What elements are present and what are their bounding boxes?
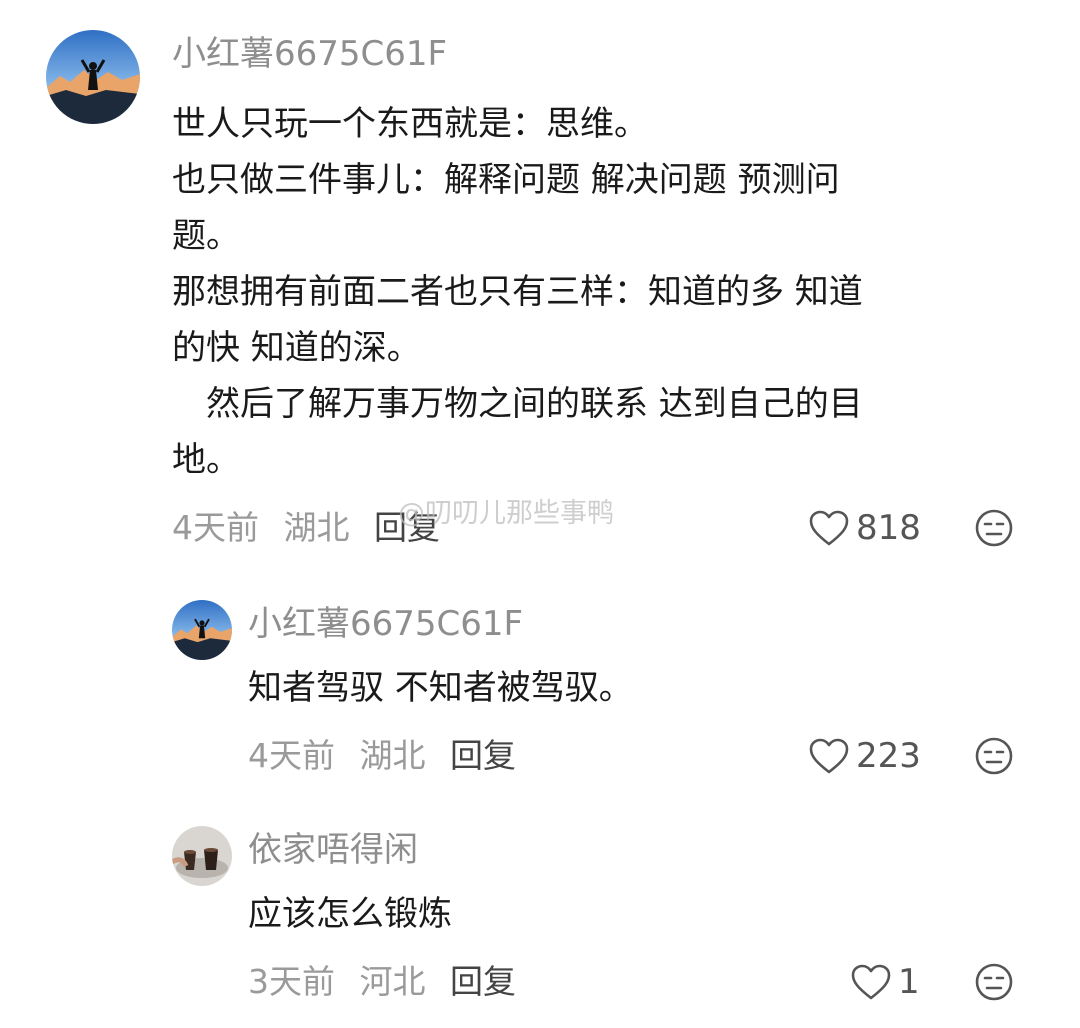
emoji-reaction-button[interactable] [974, 736, 1014, 776]
reply-button[interactable]: 回复 [450, 736, 516, 775]
teacup-photo-avatar-icon [172, 826, 232, 886]
comment-text-line: 然后了解万事万物之间的联系 达到自己的目 [172, 384, 863, 424]
heart-outline-icon [809, 738, 849, 774]
comment-username[interactable]: 依家唔得闲 [248, 830, 418, 870]
heart-outline-icon [809, 510, 849, 546]
comment-username[interactable]: 小红薯6675C61F [172, 34, 447, 74]
comment-time: 4天前 [172, 508, 259, 547]
user-avatar[interactable] [172, 826, 232, 886]
comment-text-line: 地。 [172, 440, 240, 480]
comment-meta: 3天前 河北 回复 [248, 962, 530, 1002]
user-avatar[interactable] [46, 30, 140, 124]
comment-item: 小红薯6675C61F 世人只玩一个东西就是：思维。 也只做三件事儿：解释问题 … [0, 0, 1080, 570]
comment-text-line: 的快 知道的深。 [172, 328, 421, 368]
comment-text: 知者驾驭 不知者被驾驭。 [248, 660, 633, 716]
like-count: 223 [856, 736, 921, 776]
comment-text: 应该怎么锻炼 [248, 886, 452, 942]
reply-button[interactable]: 回复 [450, 962, 516, 1001]
comment-text: 世人只玩一个东西就是：思维。 也只做三件事儿：解释问题 解决问题 预测问 题。 … [172, 96, 863, 488]
neutral-face-icon [975, 963, 1013, 1001]
like-count: 1 [898, 962, 920, 1002]
reply-comment-item: 小红薯6675C61F 知者驾驭 不知者被驾驭。 4天前 湖北 回复 223 [0, 590, 1080, 810]
comment-text-line: 那想拥有前面二者也只有三样：知道的多 知道 [172, 272, 863, 312]
emoji-reaction-button[interactable] [974, 962, 1014, 1002]
comment-time: 3天前 [248, 962, 335, 1001]
comment-text-line: 世人只玩一个东西就是：思维。 [172, 104, 648, 144]
comment-location: 河北 [359, 962, 426, 1001]
mountain-silhouette-avatar-icon [46, 30, 140, 124]
watermark: @叨叨儿那些事鸭 [398, 498, 614, 529]
comment-text-line: 知者驾驭 不知者被驾驭。 [248, 668, 633, 708]
neutral-face-icon [975, 509, 1013, 547]
user-avatar[interactable] [172, 600, 232, 660]
reply-comment-item: 依家唔得闲 应该怎么锻炼 3天前 河北 回复 1 [0, 818, 1080, 1028]
comment-text-line: 也只做三件事儿：解释问题 解决问题 预测问 [172, 160, 840, 200]
comment-location: 湖北 [359, 736, 426, 775]
neutral-face-icon [975, 737, 1013, 775]
comment-username[interactable]: 小红薯6675C61F [248, 604, 523, 644]
comment-text-line: 题。 [172, 216, 240, 256]
like-button[interactable]: 1 [850, 960, 920, 1004]
comment-time: 4天前 [248, 736, 335, 775]
like-count: 818 [856, 508, 921, 548]
like-button[interactable]: 223 [808, 734, 921, 778]
comment-location: 湖北 [283, 508, 350, 547]
emoji-reaction-button[interactable] [974, 508, 1014, 548]
mountain-silhouette-avatar-icon [172, 600, 232, 660]
heart-outline-icon [851, 964, 891, 1000]
like-button[interactable]: 818 [808, 506, 921, 550]
comment-text-line: 应该怎么锻炼 [248, 894, 452, 934]
comment-meta: 4天前 湖北 回复 [248, 736, 530, 776]
